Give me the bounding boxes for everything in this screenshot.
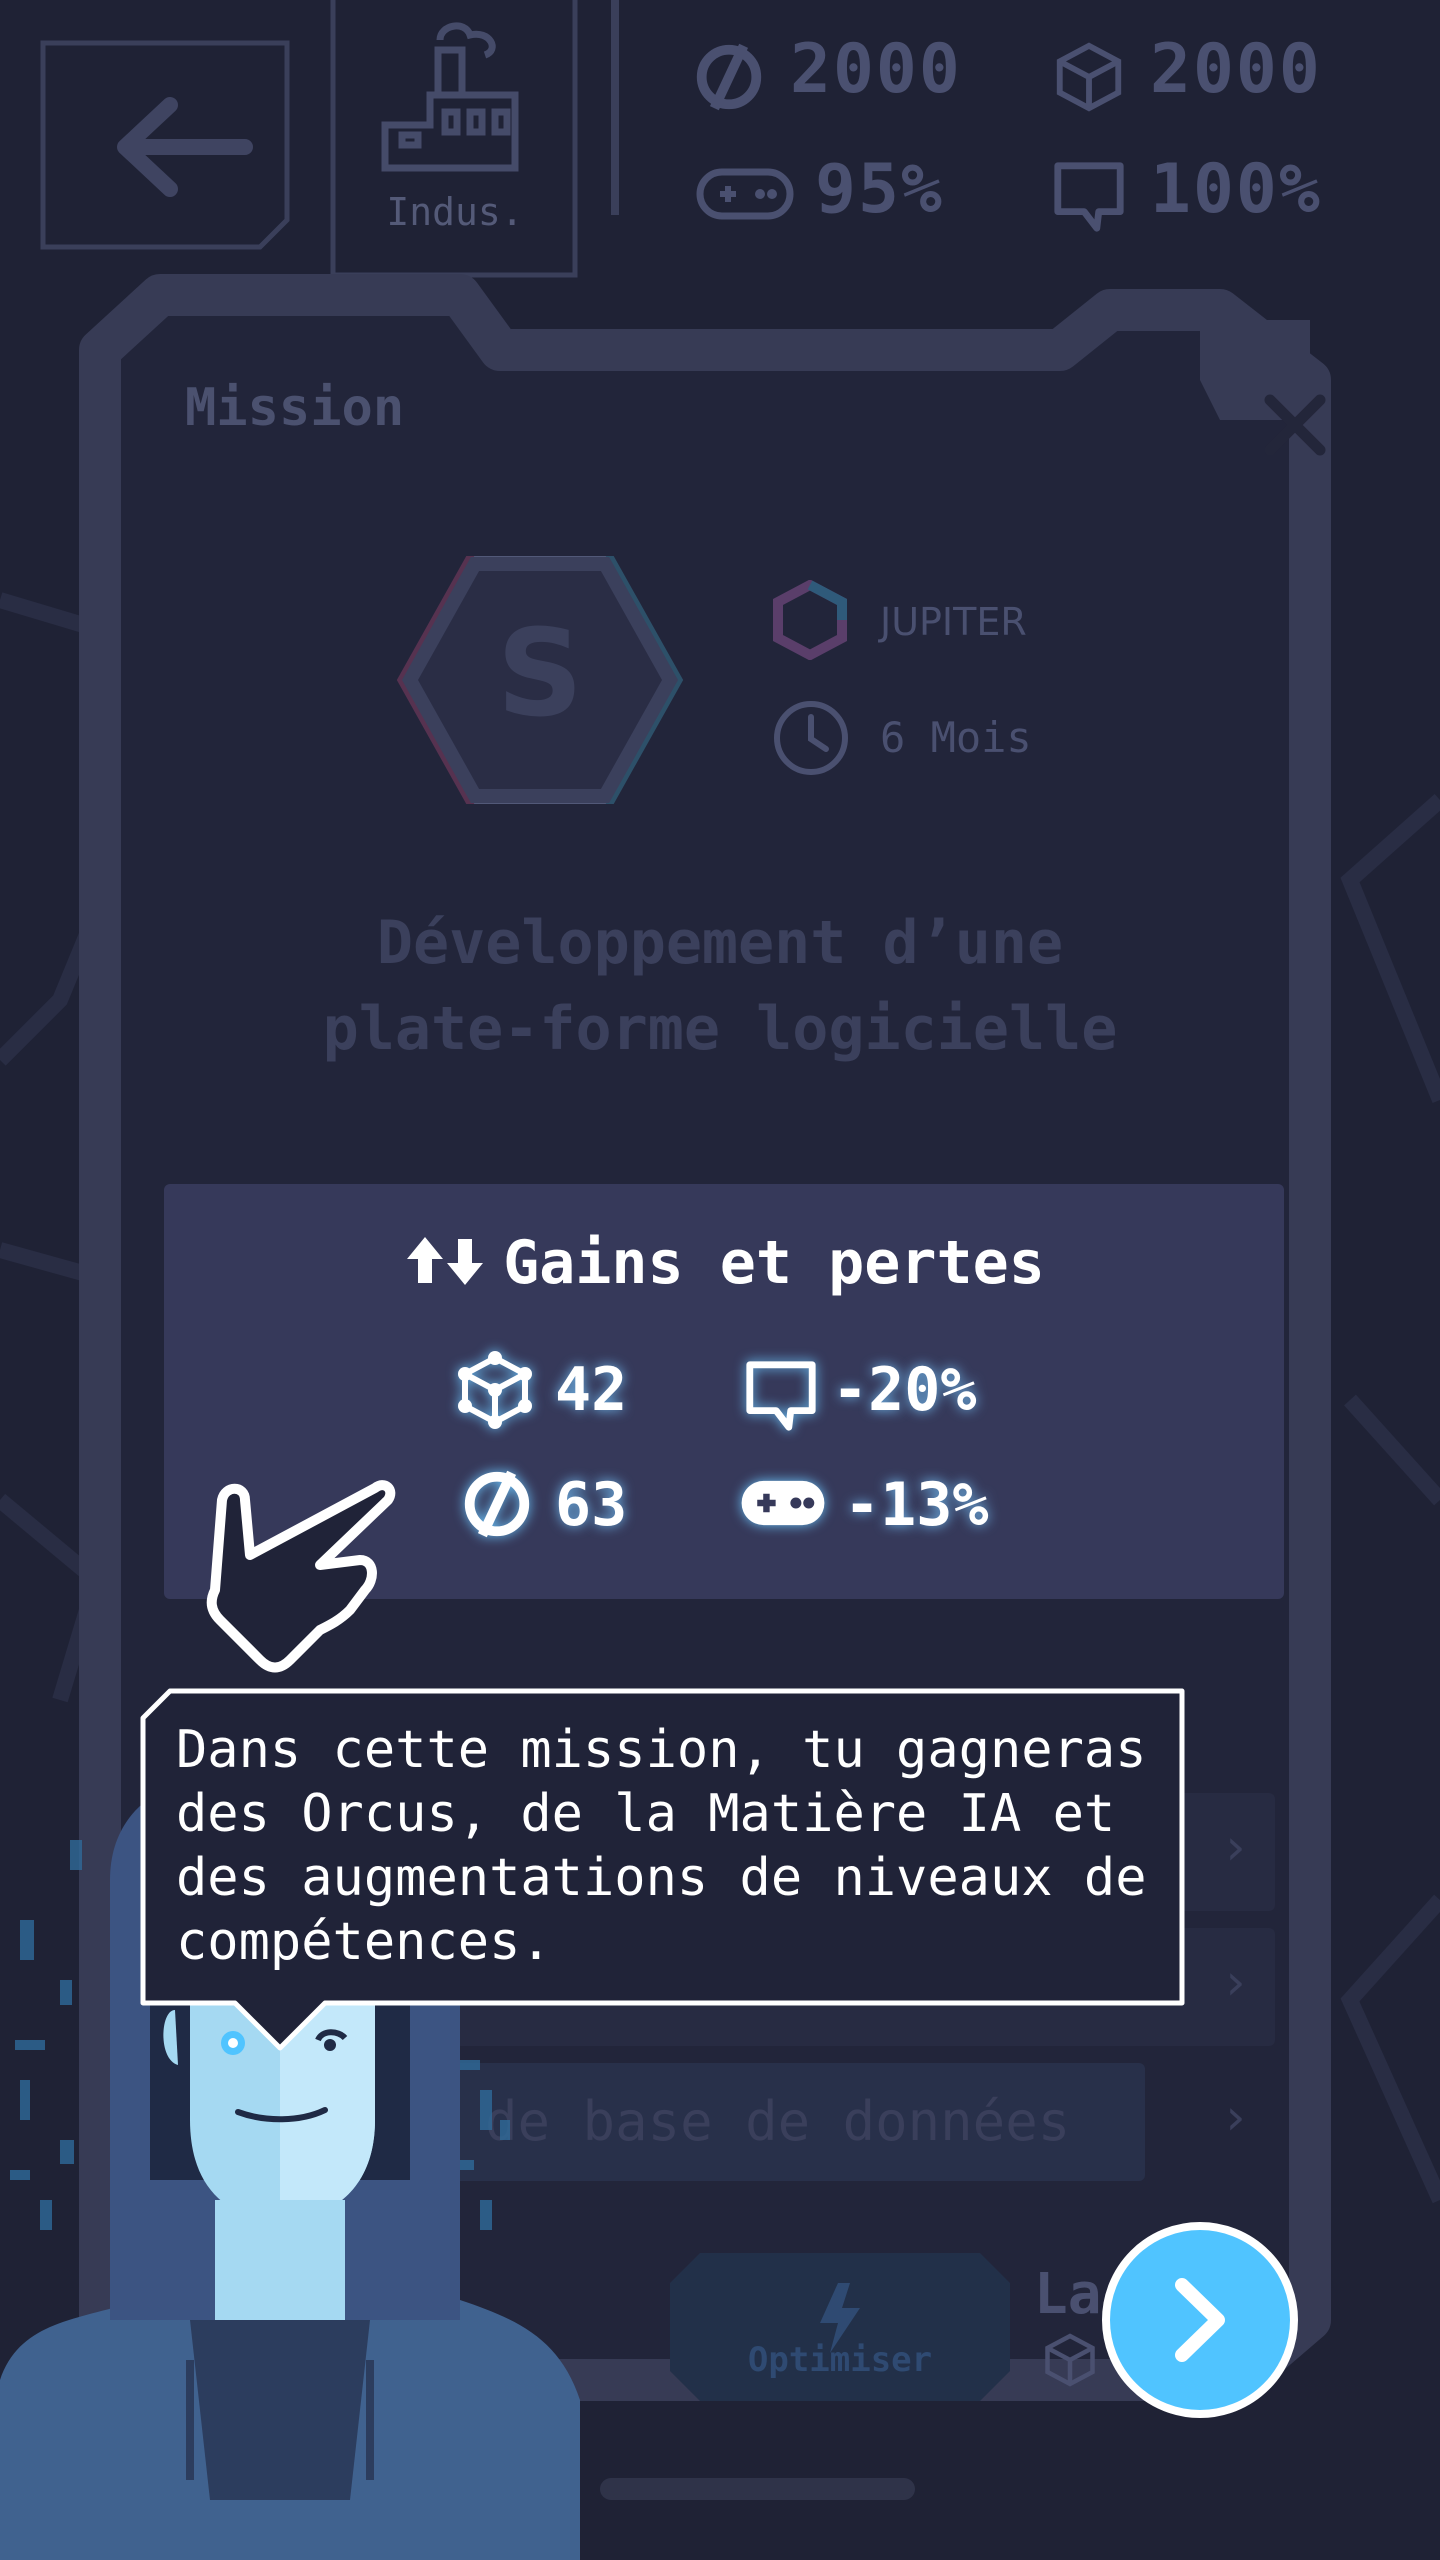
- gain-matter-value: 42: [555, 1355, 628, 1425]
- launch-label: La: [1034, 2262, 1102, 2327]
- matter-count: 2000: [1150, 30, 1322, 109]
- client-name: JUPITER: [880, 600, 1027, 644]
- chat-bubble-icon: [1054, 162, 1124, 232]
- rank-letter: S: [497, 605, 583, 744]
- cube-icon: [1056, 42, 1122, 112]
- mission-duration: 6 Mois: [880, 713, 1032, 762]
- arrow-left-icon: [117, 97, 253, 197]
- orcus-icon: [696, 43, 762, 111]
- close-icon[interactable]: [1255, 385, 1335, 465]
- chevron-right-icon: ›: [1220, 1818, 1251, 1876]
- scrollbar[interactable]: [600, 2478, 915, 2500]
- factory-icon: [381, 22, 519, 172]
- gains-header: Gains et pertes: [164, 1228, 1284, 1298]
- mission-rank-badge: S: [395, 550, 685, 810]
- cube-icon: [458, 1351, 532, 1429]
- pointing-hand-icon: [206, 1480, 396, 1673]
- clock-icon: [774, 701, 848, 775]
- communication-percent: 100%: [1150, 150, 1322, 229]
- chevron-right-icon: ›: [1220, 2088, 1251, 2146]
- building-label: Indus.: [386, 190, 524, 234]
- gamepad-icon: [696, 168, 794, 220]
- industry-building-card[interactable]: [330, 0, 620, 278]
- back-button[interactable]: [40, 40, 290, 250]
- optimize-label: Optimiser: [747, 2340, 933, 2380]
- gain-gameplay-value: -13%: [844, 1470, 989, 1540]
- gain-communication-value: -20%: [832, 1355, 977, 1425]
- next-button[interactable]: [1100, 2220, 1300, 2420]
- orcus-icon: [464, 1470, 530, 1538]
- gamepad-icon: [741, 1480, 825, 1526]
- jupiter-logo-icon: [773, 580, 847, 660]
- gain-orcus-value: 63: [555, 1470, 628, 1540]
- panel-title: Mission: [185, 378, 405, 438]
- gameplay-percent: 95%: [815, 150, 944, 229]
- orcus-count: 2000: [790, 30, 962, 109]
- mission-name: Développement d’une plate-forme logiciel…: [322, 908, 1118, 1064]
- up-down-arrows-icon: [407, 1237, 484, 1285]
- chat-bubble-icon: [746, 1361, 816, 1431]
- cube-icon: [1045, 2333, 1095, 2387]
- gains-title: Gains et pertes: [503, 1228, 1045, 1298]
- chevron-right-icon: ›: [1220, 1953, 1251, 2011]
- tutorial-text: Dans cette mission, tu gagneras des Orcu…: [176, 1720, 1147, 1972]
